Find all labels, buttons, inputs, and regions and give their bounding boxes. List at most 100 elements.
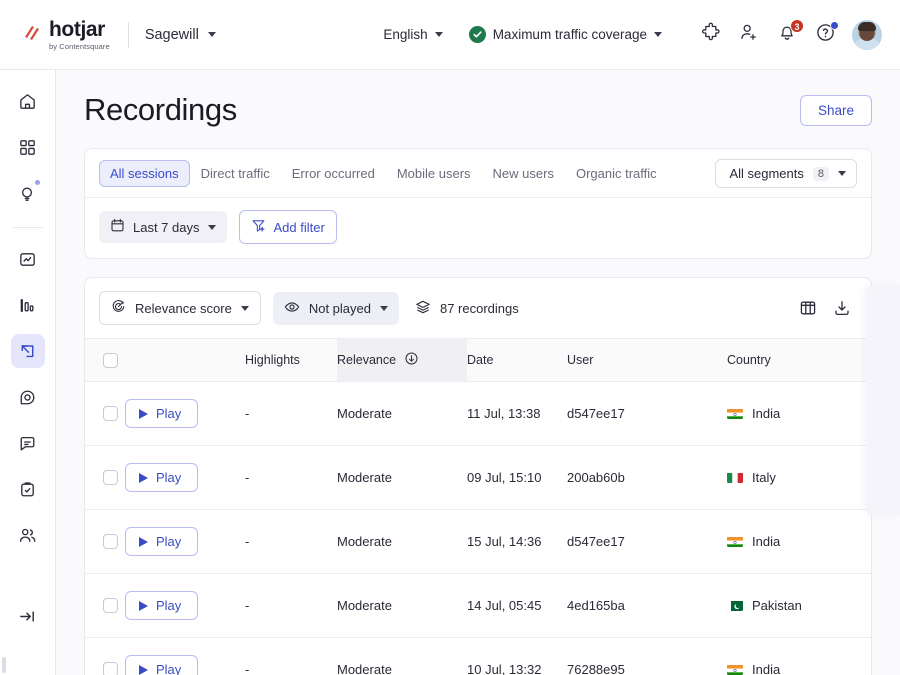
segments-dropdown[interactable]: All segments 8 bbox=[715, 159, 857, 188]
row-user-id: 4ed165ba bbox=[567, 598, 625, 613]
account-switcher[interactable]: Sagewill bbox=[145, 27, 216, 43]
highlights-column-header[interactable]: Highlights bbox=[245, 338, 337, 382]
avatar-hair bbox=[858, 21, 876, 31]
flag-india-icon bbox=[727, 664, 743, 675]
notification-badge: 3 bbox=[790, 18, 804, 33]
row-play-cell: Play bbox=[125, 637, 245, 675]
row-user: 4ed165ba bbox=[567, 573, 727, 638]
relevance-column-header[interactable]: Relevance bbox=[337, 338, 467, 382]
play-button[interactable]: Play bbox=[125, 463, 199, 492]
play-label: Play bbox=[156, 406, 182, 421]
sidebar-item-trends[interactable] bbox=[11, 242, 45, 276]
play-icon bbox=[139, 664, 148, 675]
sidebar-item-highlights[interactable] bbox=[11, 176, 45, 210]
row-highlights: - bbox=[245, 381, 337, 446]
eye-icon bbox=[284, 299, 300, 318]
sidebar-item-recordings[interactable] bbox=[10, 334, 45, 368]
flag-india-icon bbox=[727, 408, 743, 419]
row-user-id: d547ee17 bbox=[567, 406, 625, 421]
tab-all-sessions[interactable]: All sessions bbox=[99, 160, 190, 187]
sidebar-item-heatmaps[interactable] bbox=[11, 380, 45, 414]
table-row[interactable]: Play - Moderate 09 Jul, 15:10 200ab60b I… bbox=[85, 445, 871, 510]
play-icon bbox=[139, 536, 148, 547]
language-selector[interactable]: English bbox=[383, 27, 443, 42]
share-button[interactable]: Share bbox=[799, 94, 872, 126]
traffic-coverage-selector[interactable]: Maximum traffic coverage bbox=[468, 26, 662, 43]
sidebar-item-users[interactable] bbox=[11, 518, 45, 552]
row-select-cell bbox=[85, 637, 125, 675]
played-filter-label: Not played bbox=[308, 300, 371, 316]
invite-user-button[interactable] bbox=[734, 20, 764, 50]
row-play-cell: Play bbox=[125, 445, 245, 510]
integrations-button[interactable] bbox=[696, 20, 726, 50]
segments-label: All segments bbox=[729, 166, 804, 181]
avatar[interactable] bbox=[852, 19, 882, 50]
sidebar-item-home[interactable] bbox=[11, 84, 45, 118]
play-button[interactable]: Play bbox=[125, 399, 199, 428]
play-button[interactable]: Play bbox=[125, 527, 199, 556]
layers-icon bbox=[415, 299, 431, 318]
recordings-card: Relevance score Not played 87 recordings… bbox=[84, 277, 872, 675]
play-button[interactable]: Play bbox=[125, 591, 199, 620]
row-country: Pakistan bbox=[727, 573, 871, 638]
row-checkbox[interactable] bbox=[103, 406, 118, 421]
row-user: 76288e95 bbox=[567, 637, 727, 675]
row-checkbox[interactable] bbox=[103, 534, 118, 549]
play-button[interactable]: Play bbox=[125, 655, 199, 675]
sidebar-expand-button[interactable] bbox=[11, 599, 45, 633]
row-relevance: Moderate bbox=[337, 573, 467, 638]
calendar-icon bbox=[110, 218, 125, 236]
relevance-column-label: Relevance bbox=[337, 353, 397, 367]
columns-icon[interactable] bbox=[799, 299, 817, 317]
body: Recordings Share All sessions Direct tra… bbox=[0, 70, 900, 675]
row-date: 09 Jul, 15:10 bbox=[467, 445, 567, 510]
sidebar-item-dashboards[interactable] bbox=[11, 130, 45, 164]
add-filter-button[interactable]: Add filter bbox=[238, 210, 337, 244]
sort-dropdown[interactable]: Relevance score bbox=[99, 291, 261, 325]
date-range-picker[interactable]: Last 7 days bbox=[99, 211, 227, 243]
sort-label: Relevance score bbox=[135, 300, 232, 316]
download-icon[interactable] bbox=[833, 299, 851, 317]
row-select-cell bbox=[85, 381, 125, 446]
recordings-count-label: 87 recordings bbox=[439, 300, 519, 316]
row-play-cell: Play bbox=[125, 509, 245, 574]
table-row[interactable]: Play - Moderate 14 Jul, 05:45 4ed165ba P… bbox=[85, 573, 871, 638]
chevron-down-icon bbox=[434, 32, 443, 37]
app-root: hotjar by Contentsquare Sagewill English… bbox=[0, 0, 900, 675]
tab-error-occurred[interactable]: Error occurred bbox=[281, 160, 386, 187]
side-panel-peek[interactable] bbox=[866, 285, 900, 515]
row-checkbox[interactable] bbox=[103, 662, 118, 675]
filters-row: Last 7 days Add filter bbox=[85, 198, 871, 258]
help-button[interactable] bbox=[810, 20, 840, 50]
row-checkbox[interactable] bbox=[103, 470, 118, 485]
row-user-id: d547ee17 bbox=[567, 534, 625, 549]
sidebar-item-feedback[interactable] bbox=[11, 426, 45, 460]
user-column-header[interactable]: User bbox=[567, 338, 727, 382]
tab-new-users[interactable]: New users bbox=[482, 160, 565, 187]
select-all-checkbox[interactable] bbox=[103, 352, 118, 368]
chevron-down-icon bbox=[240, 305, 249, 311]
played-filter-dropdown[interactable]: Not played bbox=[272, 291, 399, 325]
play-label: Play bbox=[156, 598, 182, 613]
date-column-header[interactable]: Date bbox=[467, 338, 567, 382]
row-checkbox[interactable] bbox=[103, 598, 118, 613]
tab-mobile-users[interactable]: Mobile users bbox=[386, 160, 482, 187]
country-column-header[interactable]: Country bbox=[727, 338, 871, 382]
brand-name: hotjar bbox=[49, 17, 105, 41]
flag-pakistan-icon bbox=[727, 600, 743, 611]
notifications-button[interactable]: 3 bbox=[772, 18, 804, 50]
play-label: Play bbox=[156, 470, 182, 485]
sidebar-item-surveys[interactable] bbox=[11, 472, 45, 506]
table-row[interactable]: Play - Moderate 10 Jul, 13:32 76288e95 I… bbox=[85, 637, 871, 675]
check-circle-icon bbox=[468, 26, 486, 43]
table-row[interactable]: Play - Moderate 11 Jul, 13:38 d547ee17 I… bbox=[85, 381, 871, 446]
scroll-indicator[interactable] bbox=[2, 657, 6, 673]
table-row[interactable]: Play - Moderate 15 Jul, 14:36 d547ee17 I… bbox=[85, 509, 871, 574]
tab-direct-traffic[interactable]: Direct traffic bbox=[190, 160, 281, 187]
row-user-id: 76288e95 bbox=[567, 662, 625, 675]
recordings-count: 87 recordings bbox=[415, 299, 519, 318]
sidebar-item-funnels[interactable] bbox=[11, 288, 45, 322]
recordings-table: Highlights Relevance Date User Country P… bbox=[85, 338, 871, 675]
hotjar-logo[interactable]: hotjar by Contentsquare bbox=[22, 19, 126, 51]
tab-organic-traffic[interactable]: Organic traffic bbox=[565, 160, 668, 187]
